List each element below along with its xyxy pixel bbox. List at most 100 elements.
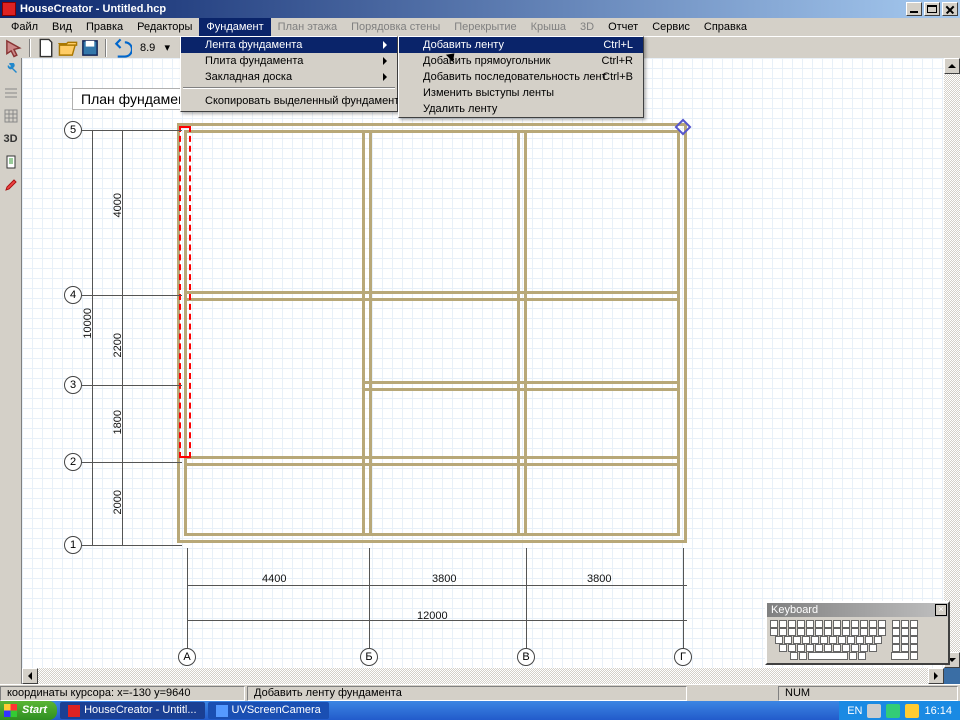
menu-help[interactable]: Справка: [697, 18, 754, 36]
dropdown-strip: Добавить ленту Ctrl+L Добавить прямоуголь…: [398, 36, 644, 118]
menu-3d[interactable]: 3D: [573, 18, 601, 36]
coord-value: 8.9: [140, 42, 155, 54]
undo-icon[interactable]: [112, 38, 132, 58]
inner-wall-v1[interactable]: [362, 133, 372, 533]
menu-foundation[interactable]: Фундамент: [199, 18, 270, 36]
label: Лента фундамента: [205, 39, 302, 51]
shortcut: Ctrl+R: [602, 55, 633, 67]
label: Удалить ленту: [423, 103, 497, 115]
label: Добавить ленту: [423, 39, 504, 51]
axis-bubble-4: 4: [64, 286, 82, 304]
label: Изменить выступы ленты: [423, 87, 554, 99]
save-file-icon[interactable]: [80, 38, 100, 58]
menu-edit[interactable]: Правка: [79, 18, 130, 36]
inner-wall-h2[interactable]: [364, 381, 677, 391]
horizontal-scrollbar[interactable]: [22, 668, 944, 684]
menu-editors[interactable]: Редакторы: [130, 18, 199, 36]
shortcut: Ctrl+L: [603, 39, 633, 51]
task-label: UVScreenCamera: [232, 702, 321, 719]
tray-lang[interactable]: EN: [847, 705, 862, 717]
task-icon: [68, 705, 80, 717]
selected-strip[interactable]: [179, 126, 191, 458]
open-file-icon[interactable]: [58, 38, 78, 58]
submenu-arrow-icon: [383, 57, 391, 65]
dim-h-4400: 4400: [262, 573, 286, 585]
maximize-button[interactable]: [924, 2, 940, 16]
dim-line-v-outer: [92, 130, 93, 545]
scroll-left-button[interactable]: [22, 668, 38, 684]
menu-roof[interactable]: Крыша: [524, 18, 573, 36]
scroll-track-h[interactable]: [38, 668, 928, 684]
menu-view[interactable]: Вид: [45, 18, 79, 36]
keyboard-title-label: Keyboard: [771, 604, 818, 616]
inner-wall-h3[interactable]: [187, 456, 677, 466]
menu-copy-selected[interactable]: Скопировать выделенный фундамент: [181, 91, 397, 111]
scroll-track-v[interactable]: [944, 74, 960, 652]
vertical-scrollbar[interactable]: [944, 58, 960, 668]
app-icon: [2, 2, 16, 16]
keyboard-close-icon[interactable]: ×: [935, 604, 947, 616]
close-button[interactable]: [942, 2, 958, 16]
taskbar: Start HouseCreator - Untitl... UVScreenC…: [0, 701, 960, 720]
doc-icon[interactable]: [2, 153, 20, 171]
wrench-icon[interactable]: [2, 61, 20, 79]
label: Скопировать выделенный фундамент: [205, 95, 399, 107]
axis-bubble-a: А: [178, 648, 196, 666]
grid-icon[interactable]: [2, 107, 20, 125]
label: Закладная доска: [205, 71, 292, 83]
new-file-icon[interactable]: [36, 38, 56, 58]
task-housecreator[interactable]: HouseCreator - Untitl...: [60, 702, 204, 719]
scroll-right-button[interactable]: [928, 668, 944, 684]
dropdown-foundation: Лента фундамента Плита фундамента Заклад…: [180, 36, 398, 112]
arrow-tool-icon[interactable]: [4, 38, 24, 58]
status-coords: координаты курсора: x=-130 y=9640: [0, 686, 245, 701]
pencil-icon[interactable]: [2, 176, 20, 194]
start-button[interactable]: Start: [0, 701, 57, 720]
3d-icon[interactable]: 3D: [2, 130, 20, 148]
menu-strip-foundation[interactable]: Лента фундамента: [181, 37, 397, 53]
menu-service[interactable]: Сервис: [645, 18, 697, 36]
menu-add-rect[interactable]: Добавить прямоугольникCtrl+R: [399, 53, 643, 69]
minimize-button[interactable]: [906, 2, 922, 16]
system-tray[interactable]: EN 16:14: [839, 701, 960, 720]
dropdown-icon[interactable]: ▾: [157, 38, 177, 58]
task-uvscreencamera[interactable]: UVScreenCamera: [208, 702, 329, 719]
onscreen-keyboard[interactable]: Keyboard ×: [765, 601, 950, 665]
menu-floorplan[interactable]: План этажа: [271, 18, 344, 36]
menu-add-sequence[interactable]: Добавить последовательность лентCtrl+B: [399, 69, 643, 85]
menu-add-strip[interactable]: Добавить ленту Ctrl+L: [399, 37, 643, 53]
menu-delete-strip[interactable]: Удалить ленту: [399, 101, 643, 117]
menu-sill-board[interactable]: Закладная доска: [181, 69, 397, 85]
axis-bubble-1: 1: [64, 536, 82, 554]
foundation-outline[interactable]: [177, 123, 687, 543]
menu-slab-foundation[interactable]: Плита фундамента: [181, 53, 397, 69]
tray-icon[interactable]: [867, 704, 881, 718]
scroll-up-button[interactable]: [944, 58, 960, 74]
dim-line-h-outer: [187, 620, 687, 621]
submenu-arrow-icon: [383, 41, 391, 49]
axis-bubble-b: Б: [360, 648, 378, 666]
axis-bubble-5: 5: [64, 121, 82, 139]
tray-clock: 16:14: [924, 705, 952, 717]
tray-icon[interactable]: [905, 704, 919, 718]
axis-bubble-3: 3: [64, 376, 82, 394]
drawing-canvas[interactable]: План фундамента: 5 4 3 2 1 А Б В Г 10000…: [22, 58, 944, 684]
side-toolbar: 3D: [0, 58, 22, 684]
keyboard-title[interactable]: Keyboard ×: [767, 603, 948, 617]
menu-wallorder[interactable]: Порядовка стены: [344, 18, 447, 36]
lines-icon[interactable]: [2, 84, 20, 102]
menu-edit-protrusions[interactable]: Изменить выступы ленты: [399, 85, 643, 101]
submenu-arrow-icon: [383, 73, 391, 81]
menubar: Файл Вид Правка Редакторы Фундамент План…: [0, 18, 960, 36]
axis-bubble-g: Г: [674, 648, 692, 666]
status-hint: Добавить ленту фундамента: [247, 686, 687, 701]
inner-wall-v2[interactable]: [517, 133, 527, 533]
tray-icon[interactable]: [886, 704, 900, 718]
label: Добавить последовательность лент: [423, 71, 607, 83]
menu-separator: [183, 87, 395, 89]
menu-slab[interactable]: Перекрытие: [447, 18, 523, 36]
menu-file[interactable]: Файл: [4, 18, 45, 36]
menu-report[interactable]: Отчет: [601, 18, 645, 36]
inner-wall-h1[interactable]: [187, 291, 677, 301]
shortcut: Ctrl+B: [602, 71, 633, 83]
